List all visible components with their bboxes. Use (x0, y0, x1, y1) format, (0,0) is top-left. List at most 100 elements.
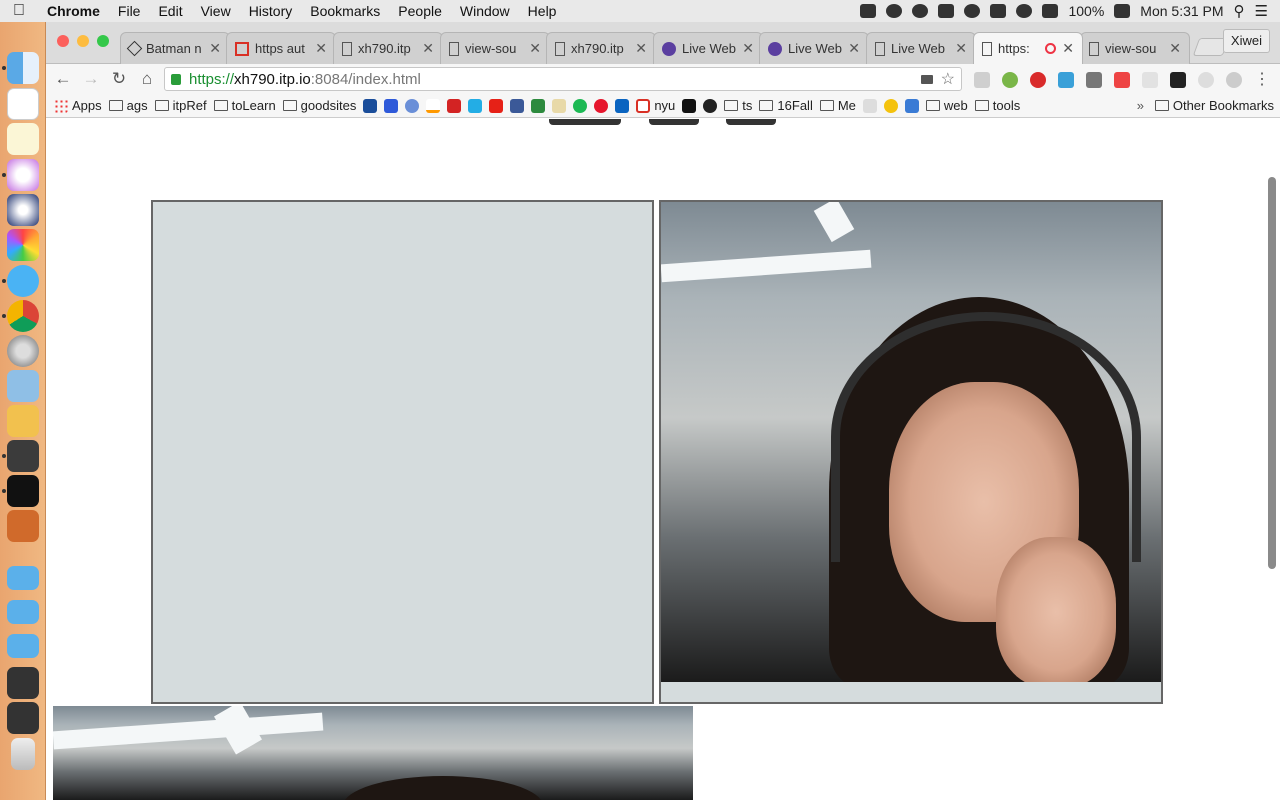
bookmark-folder[interactable]: web (925, 98, 968, 113)
spotlight-search-icon[interactable]: ⚲ (1234, 2, 1245, 20)
photos-icon[interactable] (7, 229, 39, 261)
bookmark-github[interactable] (703, 98, 718, 113)
pocket-icon[interactable] (964, 4, 981, 18)
forward-arrow-icon[interactable]: → (80, 69, 102, 89)
menu-edit[interactable]: Edit (149, 3, 191, 19)
notes-icon[interactable] (7, 123, 39, 155)
cloud-icon[interactable] (912, 4, 929, 18)
calendar-icon[interactable] (7, 88, 39, 120)
adblock-plus-icon[interactable] (1030, 72, 1046, 88)
scrivener-icon[interactable] (1042, 4, 1059, 18)
bookmark-notes[interactable] (552, 98, 567, 113)
close-tab-icon[interactable]: ✕ (422, 40, 434, 57)
extension-icon[interactable] (1170, 72, 1186, 88)
bookmark-youtube[interactable] (489, 98, 504, 113)
bookmark-citi[interactable] (363, 98, 378, 113)
bookmark-folder[interactable]: ags (108, 98, 148, 113)
tab[interactable]: Live Web ✕ (759, 32, 869, 64)
menu-help[interactable]: Help (519, 3, 566, 19)
bookmark-yelp[interactable] (447, 98, 462, 113)
bookmark-wri[interactable] (682, 98, 697, 113)
terminal-icon[interactable] (7, 475, 39, 507)
home-icon[interactable]: ⌂ (136, 69, 158, 89)
chrome-menu-icon[interactable]: ⋮ (1254, 69, 1270, 89)
bookmark-folder[interactable]: Me (819, 98, 856, 113)
menu-file[interactable]: File (109, 3, 150, 19)
battery-icon[interactable] (1114, 4, 1131, 18)
bookmark-folder[interactable]: itpRef (154, 98, 207, 113)
extension-icon[interactable] (1142, 72, 1158, 88)
close-tab-icon[interactable]: ✕ (742, 40, 754, 57)
zoom-window-button[interactable] (97, 35, 109, 47)
menu-view[interactable]: View (192, 3, 240, 19)
finder-icon[interactable] (7, 52, 39, 84)
dropbox-icon[interactable] (990, 4, 1007, 18)
lock-icon[interactable] (171, 73, 181, 85)
page-scrollbar[interactable] (1268, 177, 1276, 569)
address-bar[interactable]: https:// xh790.itp.io :8084/index.html ☆ (164, 67, 962, 91)
bookmark-store[interactable] (531, 98, 546, 113)
menu-people[interactable]: People (389, 3, 451, 19)
back-arrow-icon[interactable]: ← (52, 69, 74, 89)
extension-icon[interactable] (1198, 72, 1214, 88)
tab-active[interactable]: https: ✕ (973, 32, 1083, 64)
close-tab-icon[interactable]: ✕ (1169, 40, 1181, 57)
close-tab-icon[interactable]: ✕ (529, 40, 541, 57)
drive-icon[interactable] (886, 4, 903, 18)
gamepad-icon[interactable] (938, 4, 955, 18)
extension-icon[interactable] (1226, 72, 1242, 88)
folder-icon[interactable] (7, 600, 39, 624)
page-button[interactable] (649, 119, 699, 125)
camera-in-use-icon[interactable] (920, 74, 933, 84)
folder-icon[interactable] (7, 566, 39, 590)
airplay-icon[interactable] (860, 4, 877, 18)
tab[interactable]: https aut ✕ (226, 32, 336, 64)
close-tab-icon[interactable]: ✕ (209, 40, 221, 57)
bookmark-bilibili[interactable] (468, 98, 483, 113)
tab[interactable]: Live Web ✕ (866, 32, 976, 64)
bookmark-facebook[interactable] (510, 98, 525, 113)
messages-icon[interactable] (7, 265, 39, 297)
reload-icon[interactable]: ↻ (108, 69, 130, 89)
other-bookmarks-folder[interactable]: Other Bookmarks (1154, 98, 1274, 113)
bookmark-folder[interactable]: tools (974, 98, 1020, 113)
extension-icon[interactable] (1058, 72, 1074, 88)
bookmark-amazon[interactable] (426, 98, 441, 113)
close-tab-icon[interactable]: ✕ (635, 40, 647, 57)
close-window-button[interactable] (57, 35, 69, 47)
tab[interactable]: xh790.itp ✕ (546, 32, 656, 64)
document-stack-icon[interactable] (7, 702, 39, 734)
close-tab-icon[interactable]: ✕ (955, 40, 967, 57)
close-tab-icon[interactable]: ✕ (315, 40, 327, 57)
clock[interactable]: Mon 5:31 PM (1140, 3, 1223, 19)
document-stack-icon[interactable] (7, 667, 39, 699)
bookmark-spotify[interactable] (573, 98, 588, 113)
trash-icon[interactable] (11, 738, 35, 770)
bookmark-bubbles[interactable] (405, 98, 420, 113)
tab[interactable]: view-sou ✕ (1080, 32, 1190, 64)
extension-icon[interactable] (1002, 72, 1018, 88)
menu-window[interactable]: Window (451, 3, 519, 19)
bookmark-paw[interactable] (384, 98, 399, 113)
itunes-icon[interactable] (7, 159, 39, 191)
menu-app-name[interactable]: Chrome (38, 3, 109, 19)
transmit-icon[interactable] (7, 405, 39, 437)
bookmark-folder[interactable]: 16Fall (759, 98, 813, 113)
bookmark-weibo[interactable] (594, 98, 609, 113)
folder-icon[interactable] (7, 634, 39, 658)
apple-menu-icon[interactable]:  (0, 2, 38, 20)
extension-icon[interactable] (1086, 72, 1102, 88)
growl-icon[interactable] (7, 510, 39, 542)
close-tab-icon[interactable]: ✕ (1062, 40, 1074, 57)
tab[interactable]: view-sou ✕ (440, 32, 550, 64)
tab[interactable]: xh790.itp ✕ (333, 32, 443, 64)
bookmark-folder[interactable]: goodsites (282, 98, 356, 113)
bookmark-folder[interactable]: ts (724, 98, 752, 113)
extension-icon[interactable] (974, 72, 990, 88)
page-button[interactable] (549, 119, 621, 125)
more-bookmarks-chevron-icon[interactable]: » (1137, 98, 1144, 113)
chrome-icon[interactable] (7, 300, 39, 332)
tab[interactable]: Batman n ✕ (120, 32, 230, 64)
bookmark-folder[interactable]: toLearn (213, 98, 276, 113)
bookmark-apps[interactable]: Apps (54, 98, 102, 113)
